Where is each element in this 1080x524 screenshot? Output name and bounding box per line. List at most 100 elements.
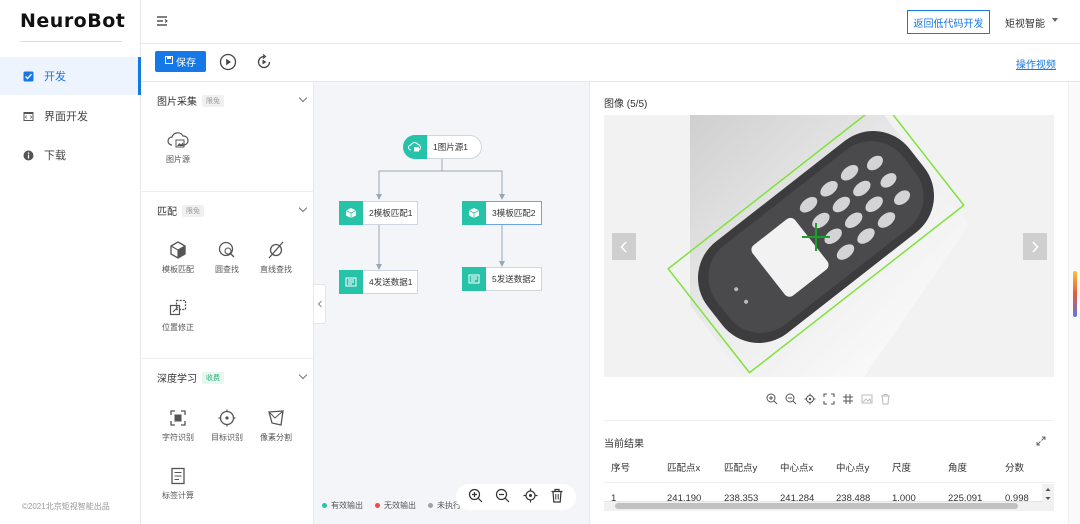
menu-fold-icon[interactable] <box>156 15 168 27</box>
table-divider <box>604 482 1054 483</box>
node-label: 2模板匹配1 <box>369 208 413 218</box>
column-header: 角度 <box>948 463 968 474</box>
tool-position-correct[interactable]: 位置修正 <box>153 298 203 333</box>
circle-search-icon <box>218 241 235 258</box>
section-image-capture[interactable]: 图片采集 限免 <box>157 93 224 108</box>
node-label: 5发送数据2 <box>492 274 536 284</box>
locate-center-icon[interactable] <box>523 488 538 506</box>
tool-circle-find[interactable]: 圆查找 <box>202 240 252 275</box>
tool-line-find[interactable]: 直线查找 <box>251 240 301 275</box>
results-table-header: 序号 匹配点x 匹配点y 中心点x 中心点y 尺度 角度 分数 <box>604 460 1044 474</box>
zoom-out-icon[interactable] <box>785 393 797 405</box>
zoom-in-icon[interactable] <box>468 488 483 506</box>
section-title: 深度学习 <box>157 374 197 385</box>
zoom-in-icon[interactable] <box>766 393 778 405</box>
play-icon[interactable] <box>219 53 237 71</box>
image-save-icon[interactable] <box>861 393 873 405</box>
node-label: 3模板匹配2 <box>492 208 536 218</box>
copyright: ©2021北京矩视智能出品 <box>22 502 110 511</box>
next-image-button[interactable] <box>1023 233 1047 260</box>
save-label: 保存 <box>176 58 196 69</box>
column-header: 匹配点x <box>667 463 701 474</box>
tool-target-detect[interactable]: 目标识别 <box>202 408 252 443</box>
section-deep-learning[interactable]: 深度学习 收费 <box>157 370 224 385</box>
caret-down-icon[interactable] <box>1052 18 1058 22</box>
collapse-panel-handle[interactable] <box>314 284 326 324</box>
position-correct-icon <box>169 299 187 316</box>
tag-badge: 收费 <box>202 371 224 384</box>
image-title: 图像 (5/5) <box>604 99 648 110</box>
flow-node-send-data-2[interactable]: 5发送数据2 <box>462 267 542 291</box>
section-divider <box>604 420 1054 421</box>
legend-invalid: 无效输出 <box>375 500 416 511</box>
cube-icon <box>339 201 363 225</box>
sidebar-item-download[interactable]: 下载 <box>0 136 141 174</box>
tool-label-calc[interactable]: 标签计算 <box>153 466 203 501</box>
tool-label: 圆查找 <box>215 265 239 274</box>
tool-label: 像素分割 <box>260 433 292 442</box>
node-label: 4发送数据1 <box>369 277 413 287</box>
send-data-icon <box>339 270 363 294</box>
grid-icon[interactable] <box>842 393 854 405</box>
tool-label: 目标识别 <box>211 433 243 442</box>
trash-icon[interactable] <box>880 393 891 405</box>
chevron-left-icon <box>317 300 322 308</box>
image-viewer[interactable] <box>604 115 1054 377</box>
tag-badge: 限免 <box>182 204 204 217</box>
column-header: 匹配点y <box>724 463 758 474</box>
section-divider <box>141 191 314 192</box>
cloud-image-icon <box>403 135 427 159</box>
section-matching[interactable]: 匹配 限免 <box>157 203 204 218</box>
column-header: 分数 <box>1005 463 1025 474</box>
horizontal-scroll-thumb[interactable] <box>615 503 1018 509</box>
logo: NeuroBot <box>20 10 126 32</box>
toolbar <box>141 44 1080 82</box>
sidebar-item-ui-dev[interactable]: 界面开发 <box>0 97 141 135</box>
results-title: 当前结果 <box>604 439 644 450</box>
save-icon <box>165 56 173 67</box>
tool-pixel-segment[interactable]: 像素分割 <box>251 408 301 443</box>
sidebar-item-develop[interactable]: 开发 <box>0 57 141 95</box>
locate-center-icon[interactable] <box>804 393 816 405</box>
flow-node-send-data-1[interactable]: 4发送数据1 <box>339 270 418 294</box>
logo-divider <box>20 41 122 42</box>
section-divider <box>141 358 314 359</box>
user-name[interactable]: 矩视智能 <box>1005 15 1045 30</box>
expand-icon[interactable] <box>1036 436 1046 446</box>
zoom-out-icon[interactable] <box>495 488 510 506</box>
column-header: 中心点y <box>836 463 870 474</box>
tool-label: 图片源 <box>166 155 190 164</box>
column-header: 尺度 <box>892 463 912 474</box>
delete-icon[interactable] <box>550 488 564 506</box>
column-header: 中心点x <box>780 463 814 474</box>
column-header: 序号 <box>611 463 631 474</box>
section-title: 图片采集 <box>157 97 197 108</box>
page-scroll-thumb[interactable] <box>1073 271 1077 317</box>
tutorial-video-link[interactable]: 操作视频 <box>1016 56 1056 71</box>
flow-node-template-match-2[interactable]: 3模板匹配2 <box>462 201 542 225</box>
node-label: 1图片源1 <box>433 142 468 152</box>
tool-image-source[interactable]: 图片源 <box>153 130 203 165</box>
target-icon <box>218 409 236 427</box>
save-button[interactable]: 保存 <box>155 51 206 72</box>
run-loop-icon[interactable] <box>255 53 273 71</box>
back-lowcode-button[interactable]: 返回低代码开发 <box>907 10 990 34</box>
tool-label: 标签计算 <box>162 491 194 500</box>
tool-label: 模板匹配 <box>162 265 194 274</box>
segment-icon <box>268 410 284 426</box>
tool-template-match[interactable]: 模板匹配 <box>153 240 203 275</box>
prev-image-button[interactable] <box>612 233 636 260</box>
flow-node-image-source[interactable]: 1图片源1 <box>403 135 482 159</box>
tool-ocr[interactable]: 字符识别 <box>153 408 203 443</box>
fullscreen-icon[interactable] <box>823 393 835 405</box>
cloud-image-icon <box>167 132 189 148</box>
flow-legend: 有效输出 无效输出 未执行 <box>322 500 473 511</box>
tool-label: 字符识别 <box>162 433 194 442</box>
table-vertical-scrollbar[interactable] <box>1042 484 1054 511</box>
tool-label: 位置修正 <box>162 323 194 332</box>
info-circle-icon <box>23 150 34 161</box>
tag-badge: 限免 <box>202 94 224 107</box>
send-data-icon <box>462 267 486 291</box>
inspection-image <box>604 115 1054 377</box>
flow-node-template-match-1[interactable]: 2模板匹配1 <box>339 201 418 225</box>
